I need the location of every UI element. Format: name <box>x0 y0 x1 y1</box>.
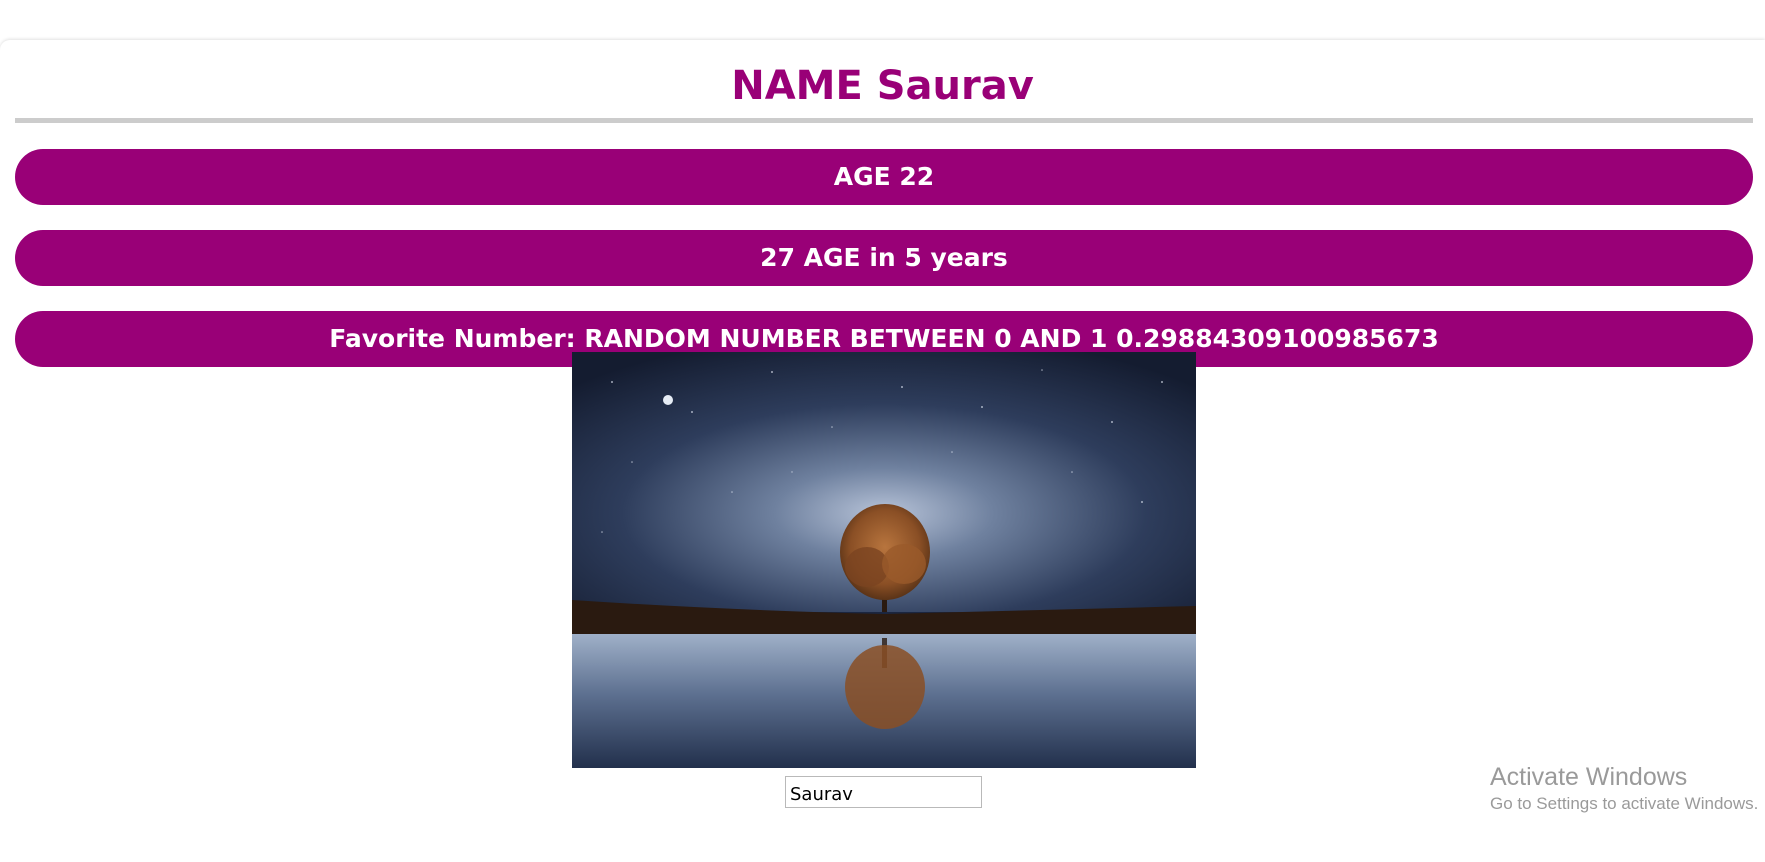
night-tree-photo <box>572 352 1196 768</box>
future-age-banner: 27 AGE in 5 years <box>15 230 1753 286</box>
name-input[interactable] <box>785 776 982 808</box>
activate-windows-watermark: Activate Windows Go to Settings to activ… <box>1490 762 1765 816</box>
watermark-subtitle: Go to Settings to activate Windows. <box>1490 794 1759 813</box>
title-divider <box>15 118 1753 123</box>
age-banner: AGE 22 <box>15 149 1753 205</box>
watermark-title: Activate Windows <box>1490 763 1688 791</box>
page-title: NAME Saurav <box>731 63 1034 109</box>
